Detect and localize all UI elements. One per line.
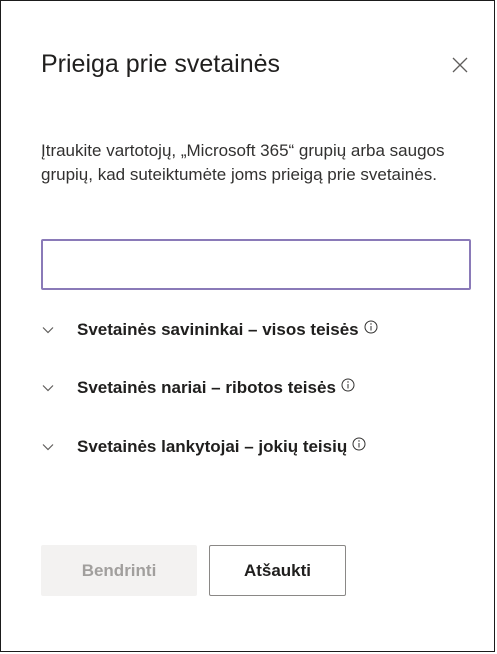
share-button[interactable]: Bendrinti: [41, 545, 197, 596]
group-label-owners: Svetainės savininkai – visos teisės: [77, 320, 359, 339]
panel-header: Prieiga prie svetainės: [41, 47, 474, 87]
panel-description: Įtraukite vartotojų, „Microsoft 365“ gru…: [41, 141, 445, 184]
cancel-button[interactable]: Atšaukti: [209, 545, 346, 596]
close-button[interactable]: [446, 51, 474, 79]
panel-footer: Bendrinti Atšaukti: [41, 545, 346, 596]
info-icon[interactable]: [352, 437, 366, 451]
group-label-visitors: Svetainės lankytojai – jokių teisių: [77, 437, 348, 456]
chevron-down-icon: [41, 323, 55, 337]
info-icon[interactable]: [364, 320, 378, 334]
panel-title: Prieiga prie svetainės: [41, 50, 281, 78]
group-row-members[interactable]: Svetainės nariai – ribotos teisės: [41, 374, 355, 402]
site-access-panel: Prieiga prie svetainės Įtraukite vartoto…: [0, 0, 495, 652]
people-picker-input[interactable]: [41, 239, 471, 290]
group-row-visitors[interactable]: Svetainės lankytojai – jokių teisių: [41, 433, 366, 461]
chevron-down-icon: [41, 381, 55, 395]
info-icon[interactable]: [341, 378, 355, 392]
chevron-down-icon: [41, 440, 55, 454]
group-row-owners[interactable]: Svetainės savininkai – visos teisės: [41, 316, 378, 344]
group-label-members: Svetainės nariai – ribotos teisės: [77, 378, 336, 397]
close-icon: [446, 57, 474, 73]
